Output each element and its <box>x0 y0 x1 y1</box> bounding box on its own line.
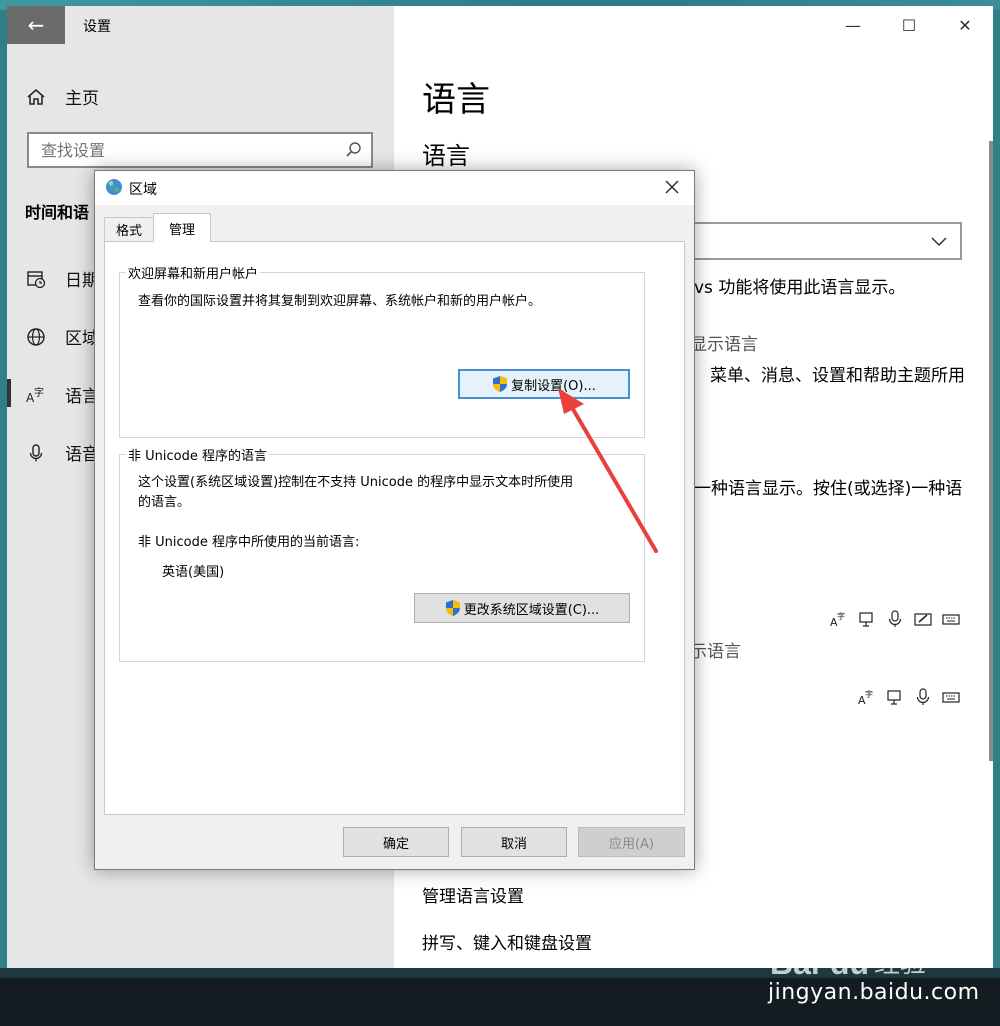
sidebar-item-language[interactable]: A字 语言 <box>25 382 99 408</box>
search-field[interactable] <box>27 132 373 168</box>
caption-buttons: — ☐ ✕ <box>825 6 993 44</box>
svg-text:du: du <box>830 945 869 978</box>
text-to-speech-icon <box>886 688 904 706</box>
language-pack-icon: A字 <box>858 688 876 706</box>
minimize-icon: — <box>845 15 861 35</box>
section-title: 语言 <box>422 142 470 170</box>
display-language-desc: vs 功能将使用此语言显示。 <box>694 278 906 298</box>
calendar-clock-icon <box>25 268 47 290</box>
close-icon <box>665 180 679 194</box>
sidebar-item-speech[interactable]: 语音 <box>25 440 99 465</box>
close-button[interactable]: ✕ <box>937 6 993 44</box>
tab-panel: 欢迎屏幕和新用户帐户 查看你的国际设置并将其复制到欢迎屏幕、系统帐户和新的用户帐… <box>104 241 685 815</box>
window-title: 设置 <box>83 19 111 35</box>
button-label: 更改系统区域设置(C)... <box>463 602 600 618</box>
svg-text:字: 字 <box>837 611 845 621</box>
non-unicode-group: 非 Unicode 程序的语言 这个设置(系统区域设置)控制在不支持 Unico… <box>119 445 645 662</box>
language-pack-icon: A字 <box>830 610 848 628</box>
shield-icon <box>445 599 461 617</box>
display-language-dropdown[interactable] <box>684 222 962 260</box>
page-title: 语言 <box>422 80 490 120</box>
sidebar-item-label: 主页 <box>65 89 99 109</box>
copy-settings-button[interactable]: 复制设置(O)... <box>458 369 630 399</box>
scrollbar[interactable] <box>989 141 993 761</box>
back-arrow-icon: ← <box>27 13 45 37</box>
current-language-label: 非 Unicode 程序中所使用的当前语言: <box>138 535 360 550</box>
search-input[interactable] <box>29 134 329 166</box>
spelling-typing-link[interactable]: 拼写、键入和键盘设置 <box>422 929 592 954</box>
welcome-desc: 查看你的国际设置并将其复制到欢迎屏幕、系统帐户和新的用户帐户。 <box>138 294 542 309</box>
current-language-value: 英语(美国) <box>162 565 225 580</box>
svg-text:Bai: Bai <box>770 945 820 978</box>
welcome-screen-group: 欢迎屏幕和新用户帐户 查看你的国际设置并将其复制到欢迎屏幕、系统帐户和新的用户帐… <box>119 263 645 438</box>
back-button[interactable]: ← <box>7 6 65 44</box>
maximize-button[interactable]: ☐ <box>881 6 937 44</box>
dialog-close-button[interactable] <box>660 175 684 199</box>
shield-icon <box>492 375 508 393</box>
svg-text:字: 字 <box>34 386 44 399</box>
apply-button[interactable]: 应用(A) <box>578 827 685 857</box>
button-label: 复制设置(O)... <box>511 378 596 394</box>
minimize-button[interactable]: — <box>825 6 881 44</box>
group-label: 欢迎屏幕和新用户帐户 <box>126 263 261 282</box>
close-icon: ✕ <box>958 15 972 35</box>
sidebar-item-date[interactable]: 日期 <box>25 266 99 291</box>
handwriting-icon <box>914 610 932 628</box>
language-order-desc: 一种语言显示。按住(或选择)一种语 <box>694 479 963 499</box>
sidebar-item-home[interactable]: 主页 <box>25 84 99 109</box>
menus-desc: 菜单、消息、设置和帮助主题所用 <box>710 366 965 386</box>
maximize-icon: ☐ <box>901 15 917 35</box>
keyboard-icon <box>942 688 960 706</box>
tab-administrative[interactable]: 管理 <box>153 213 211 242</box>
svg-text:字: 字 <box>865 689 873 699</box>
search-icon[interactable] <box>345 141 363 163</box>
tab-format[interactable]: 格式 <box>104 217 154 241</box>
dialog-titlebar: 区域 <box>95 171 694 205</box>
language-features-row: A字 <box>830 610 960 628</box>
text-to-speech-icon <box>858 610 876 628</box>
microphone-icon <box>25 442 47 464</box>
svg-text:经验: 经验 <box>874 949 926 978</box>
non-unicode-desc-1: 这个设置(系统区域设置)控制在不支持 Unicode 的程序中显示文本时所使用 <box>138 475 574 490</box>
globe-icon <box>105 178 123 196</box>
display-language-label-2: 示语言 <box>690 642 741 662</box>
speech-recognition-icon <box>914 688 932 706</box>
sidebar-item-region[interactable]: 区域 <box>25 324 99 349</box>
speech-recognition-icon <box>886 610 904 628</box>
active-indicator <box>7 379 11 407</box>
chevron-down-icon <box>930 232 948 254</box>
region-dialog: 区域 格式 管理 欢迎屏幕和新用户帐户 查看你的国际设置并将其复制到欢迎屏幕、系… <box>94 170 695 870</box>
watermark-url: jingyan.baidu.com <box>768 980 980 1005</box>
language-icon: A字 <box>25 384 47 406</box>
globe-icon <box>25 326 47 348</box>
display-language-label: 显示语言 <box>690 335 758 355</box>
home-icon <box>25 86 47 108</box>
section-heading: 时间和语 <box>25 203 90 222</box>
manage-language-link[interactable]: 管理语言设置 <box>422 882 524 907</box>
group-label: 非 Unicode 程序的语言 <box>126 445 269 464</box>
baidu-watermark-logo: Bai du 经验 <box>770 916 950 982</box>
dialog-title: 区域 <box>129 182 157 198</box>
language-features-row-2: A字 <box>858 688 960 706</box>
cancel-button[interactable]: 取消 <box>461 827 567 857</box>
change-system-locale-button[interactable]: 更改系统区域设置(C)... <box>414 593 630 623</box>
ok-button[interactable]: 确定 <box>343 827 449 857</box>
non-unicode-desc-2: 的语言。 <box>138 495 191 510</box>
keyboard-icon <box>942 610 960 628</box>
